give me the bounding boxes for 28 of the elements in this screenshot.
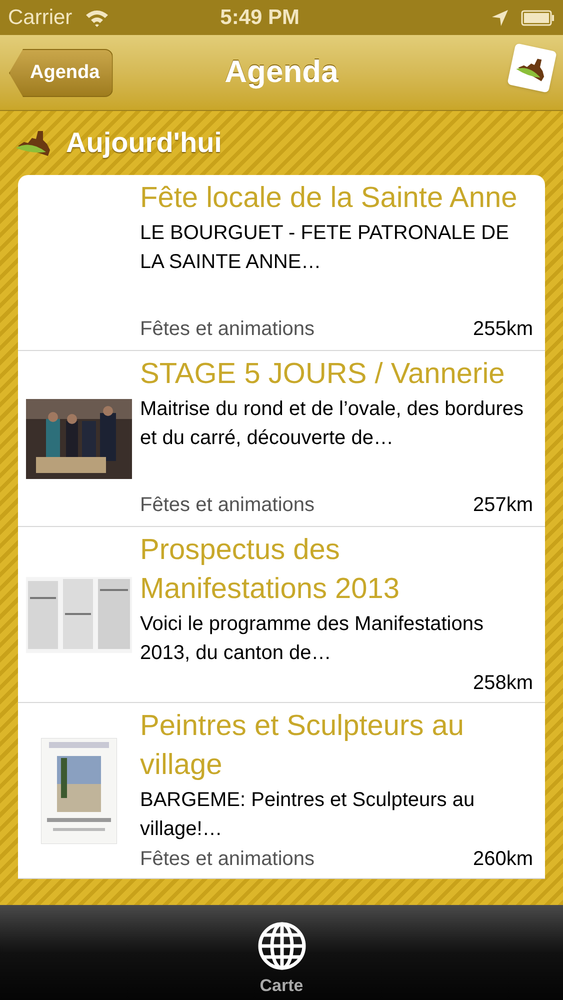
event-category: Fêtes et animations [140,317,315,342]
globe-icon [256,921,306,971]
event-distance: 260km [472,847,533,872]
event-row[interactable]: Prospectus des Manifestations 2013 Voici le programme des Manifestations 2013, du canton de… 258km [18,527,545,703]
event-title: Peintres et Sculpteurs au village [140,709,466,783]
event-title: Fête locale de la Sainte Anne [140,181,518,216]
battery-icon [521,10,555,26]
event-distance: 258km [472,671,533,696]
event-title: STAGE 5 JOURS / Vannerie [140,357,506,392]
location-arrow-icon [491,8,509,26]
map-tab[interactable]: Carte [244,905,318,1000]
wifi-icon [84,8,110,28]
status-time: 5:49 PM [220,4,300,31]
event-description: Maitrise du rond et de l’ovale, des bordures et du carré, découverte de… [140,397,525,451]
event-description: LE BOURGUET - FETE PATRONALE DE LA SAINTE ANNE… [140,221,510,275]
event-row[interactable]: STAGE 5 JOURS / Vannerie Maitrise du rond et de l’ovale, des bordures et du carré, découverte de… Fêtes et animations 257km [18,351,545,527]
event-category: Fêtes et animations [140,847,315,872]
event-category: Fêtes et animations [140,493,315,518]
event-distance: 257km [472,493,533,518]
event-row[interactable]: Fête locale de la Sainte Anne LE BOURGUET - FETE PATRONALE DE LA SAINTE ANNE… Fêtes et animations 255km [18,175,545,351]
event-distance: 255km [472,317,533,342]
carrier-name: Carrier [8,4,72,31]
nav-title: Agenda [224,53,338,92]
event-description: BARGEME: Peintres et Sculpteurs au village!… [140,788,476,842]
event-title: Prospectus des Manifestations 2013 [140,533,401,607]
section-title: Aujourd'hui [66,126,222,160]
event-description: Voici le programme des Manifestations 2013, du canton de… [140,612,484,666]
event-row[interactable]: Peintres et Sculpteurs au village BARGEME: Peintres et Sculpteurs au village!… Fêtes et animations 260km [18,703,545,879]
